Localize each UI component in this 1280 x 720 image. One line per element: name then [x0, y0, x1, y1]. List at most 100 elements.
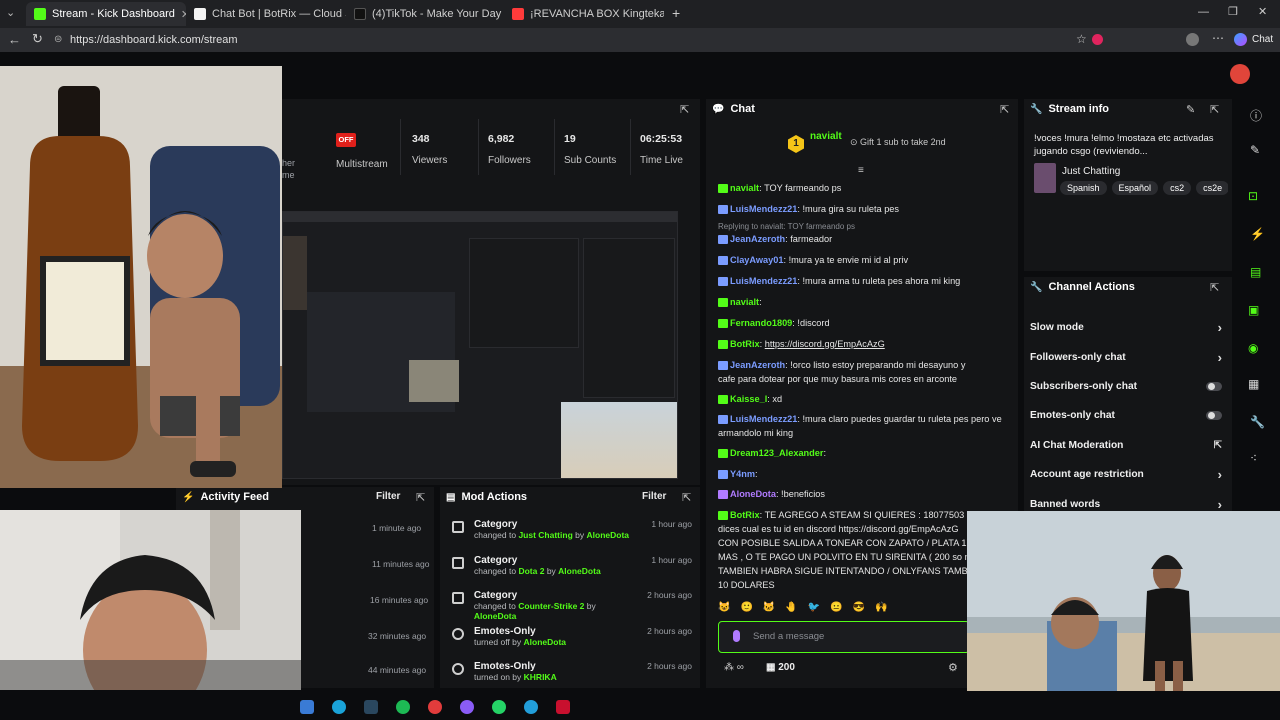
tab-list-icon[interactable]: ⌄ — [6, 6, 15, 19]
layout-icon[interactable]: ▦ — [1248, 377, 1259, 391]
app-icon[interactable] — [556, 700, 570, 714]
edit-icon[interactable]: ✎ — [1186, 103, 1195, 116]
popout-icon[interactable]: ⇱ — [680, 103, 689, 116]
channel-action-followers-only-chat[interactable]: Followers-only chat › — [1030, 342, 1222, 371]
info-icon[interactable]: ⓘ — [1250, 107, 1262, 124]
minimize-icon[interactable]: — — [1198, 6, 1209, 18]
reload-icon[interactable]: ↻ — [32, 31, 43, 47]
popout-icon[interactable]: ⇱ — [1210, 103, 1219, 116]
gift-cta[interactable]: ⊙ Gift 1 sub to take 2nd — [850, 137, 946, 148]
chat-username[interactable]: BotRix — [730, 339, 760, 349]
telegram-icon[interactable] — [524, 700, 538, 714]
mod-action-target[interactable]: Just Chatting — [518, 530, 572, 540]
channel-action-subscribers-only-chat[interactable]: Subscribers-only chat — [1030, 372, 1222, 401]
chat-username[interactable]: Dream123_Alexander — [730, 448, 823, 458]
chevron-right-icon[interactable]: › — [1218, 467, 1222, 482]
chevron-right-icon[interactable]: › — [1218, 497, 1222, 512]
chat-username[interactable]: ClayAway01 — [730, 255, 783, 265]
maximize-icon[interactable]: ❐ — [1228, 5, 1238, 18]
tab-tiktok[interactable]: (4)TikTok - Make Your Day ✕ — [346, 2, 504, 26]
chat-input[interactable]: Send a message — [718, 621, 970, 653]
chat-username[interactable]: navialt — [730, 297, 759, 307]
mod-action-user[interactable]: AloneDota — [474, 611, 517, 621]
mod-action-user[interactable]: AloneDota — [524, 637, 567, 647]
chat-username[interactable]: JeanAzeroth — [730, 234, 785, 244]
emote-icon[interactable]: 🤚 — [785, 602, 797, 618]
tag[interactable]: cs2 — [1163, 181, 1192, 195]
channel-action-slow-mode[interactable]: Slow mode › — [1030, 313, 1222, 342]
chat-scroll-icon[interactable]: ≡ — [858, 165, 864, 176]
tag[interactable]: Spanish — [1060, 181, 1107, 195]
tools-icon[interactable]: 🔧 — [1250, 415, 1265, 429]
emote-icon[interactable]: 🐦 — [808, 602, 820, 618]
multistream-label[interactable]: Multistream — [336, 159, 388, 170]
pen-icon[interactable]: ✎ — [1250, 143, 1260, 157]
chat-username[interactable]: navialt — [730, 183, 759, 193]
chat-username[interactable]: Fernando1809 — [730, 318, 792, 328]
steam-icon[interactable] — [364, 700, 378, 714]
chat-username[interactable]: Y4nm — [730, 469, 755, 479]
tag[interactable]: cs2e — [1196, 181, 1228, 195]
chat-users-icon[interactable]: ⁂ ∞ — [724, 662, 744, 673]
mod-filter-button[interactable]: Filter — [642, 491, 666, 502]
mod-action-user[interactable]: AloneDota — [558, 566, 601, 576]
lightning-icon[interactable]: ⚡ — [1250, 227, 1265, 241]
mod-action-target[interactable]: Counter-Strike 2 — [518, 601, 584, 611]
popout-icon[interactable]: ⇱ — [416, 491, 425, 504]
stream-preview-video[interactable] — [282, 211, 678, 479]
tab-botrix[interactable]: Chat Bot | BotRix — Cloud Stream ✕ — [186, 2, 346, 26]
camera-icon[interactable]: ⊡ — [1248, 189, 1258, 203]
channel-action-ai-chat-moderation[interactable]: AI Chat Moderation ⇱ — [1030, 431, 1222, 460]
nodes-icon[interactable]: ⁖ — [1250, 451, 1257, 465]
activity-filter-button[interactable]: Filter — [376, 491, 400, 502]
discord-icon[interactable] — [460, 700, 474, 714]
url-field[interactable]: ⊜ https://dashboard.kick.com/stream — [52, 31, 1232, 49]
mod-action-target[interactable]: Dota 2 — [518, 566, 544, 576]
emote-icon[interactable]: 🙂 — [740, 602, 752, 618]
chat-username[interactable]: LuisMendezz21 — [730, 204, 797, 214]
tab-youtube[interactable]: ¡REVANCHA BOX Kingteka vs S ✕ — [504, 2, 664, 26]
tag[interactable]: Español — [1111, 181, 1159, 195]
popout-icon[interactable]: ⇱ — [682, 491, 691, 504]
chat-username[interactable]: BotRix — [730, 510, 760, 520]
emote-icon[interactable]: 😺 — [718, 602, 730, 618]
emote-icon[interactable]: 😐 — [830, 602, 842, 618]
whatsapp-icon[interactable] — [492, 700, 506, 714]
toggle-switch[interactable] — [1206, 381, 1222, 391]
chat-text[interactable]: https://discord.gg/EmpAcAzG — [765, 339, 885, 349]
new-tab-icon[interactable]: + — [672, 5, 680, 21]
close-window-icon[interactable]: ✕ — [1258, 5, 1267, 18]
channel-points[interactable]: ▦ 200 — [766, 662, 795, 673]
chat-username[interactable]: JeanAzeroth — [730, 360, 785, 370]
emote-icon[interactable]: 🐱 — [763, 602, 775, 618]
mod-action-user[interactable]: AloneDota — [587, 530, 630, 540]
chat-username[interactable]: Kaisse_l — [730, 394, 767, 404]
obs-icon[interactable] — [428, 700, 442, 714]
chevron-right-icon[interactable]: › — [1218, 320, 1222, 335]
chevron-right-icon[interactable]: › — [1218, 350, 1222, 365]
chat-username[interactable]: AloneDota — [730, 489, 776, 499]
emote-icon[interactable]: 🙌 — [875, 602, 887, 618]
pinned-gifter-name[interactable]: navialt — [810, 131, 842, 142]
category-name[interactable]: Just Chatting — [1062, 166, 1120, 177]
tab-kick-dashboard[interactable]: Stream - Kick Dashboard ✕ — [26, 2, 186, 26]
mod-action-user[interactable]: KHRIKA — [524, 672, 557, 682]
chat-username[interactable]: LuisMendezz21 — [730, 414, 797, 424]
emote-icon[interactable]: 😎 — [853, 602, 865, 618]
spotify-icon[interactable] — [396, 700, 410, 714]
user-avatar[interactable] — [1230, 64, 1250, 84]
channel-action-emotes-only-chat[interactable]: Emotes-only chat — [1030, 401, 1222, 430]
channel-action-account-age-restriction[interactable]: Account age restriction › — [1030, 460, 1222, 489]
back-icon[interactable]: ← — [8, 32, 21, 47]
chat-username[interactable]: LuisMendezz21 — [730, 276, 797, 286]
external-link-icon[interactable]: ⇱ — [1214, 440, 1222, 451]
broadcast-icon[interactable]: ◉ — [1248, 341, 1258, 355]
site-info-icon[interactable]: ⊜ — [54, 31, 62, 49]
microphone-icon[interactable] — [733, 630, 740, 642]
toggle-switch[interactable] — [1206, 411, 1222, 421]
copilot-chat-button[interactable]: Chat — [1252, 34, 1273, 45]
edge-icon[interactable] — [332, 700, 346, 714]
popout-icon[interactable]: ⇱ — [1210, 281, 1219, 294]
copilot-icon[interactable] — [1234, 33, 1247, 46]
chat-settings-icon[interactable]: ⚙ — [948, 661, 958, 674]
